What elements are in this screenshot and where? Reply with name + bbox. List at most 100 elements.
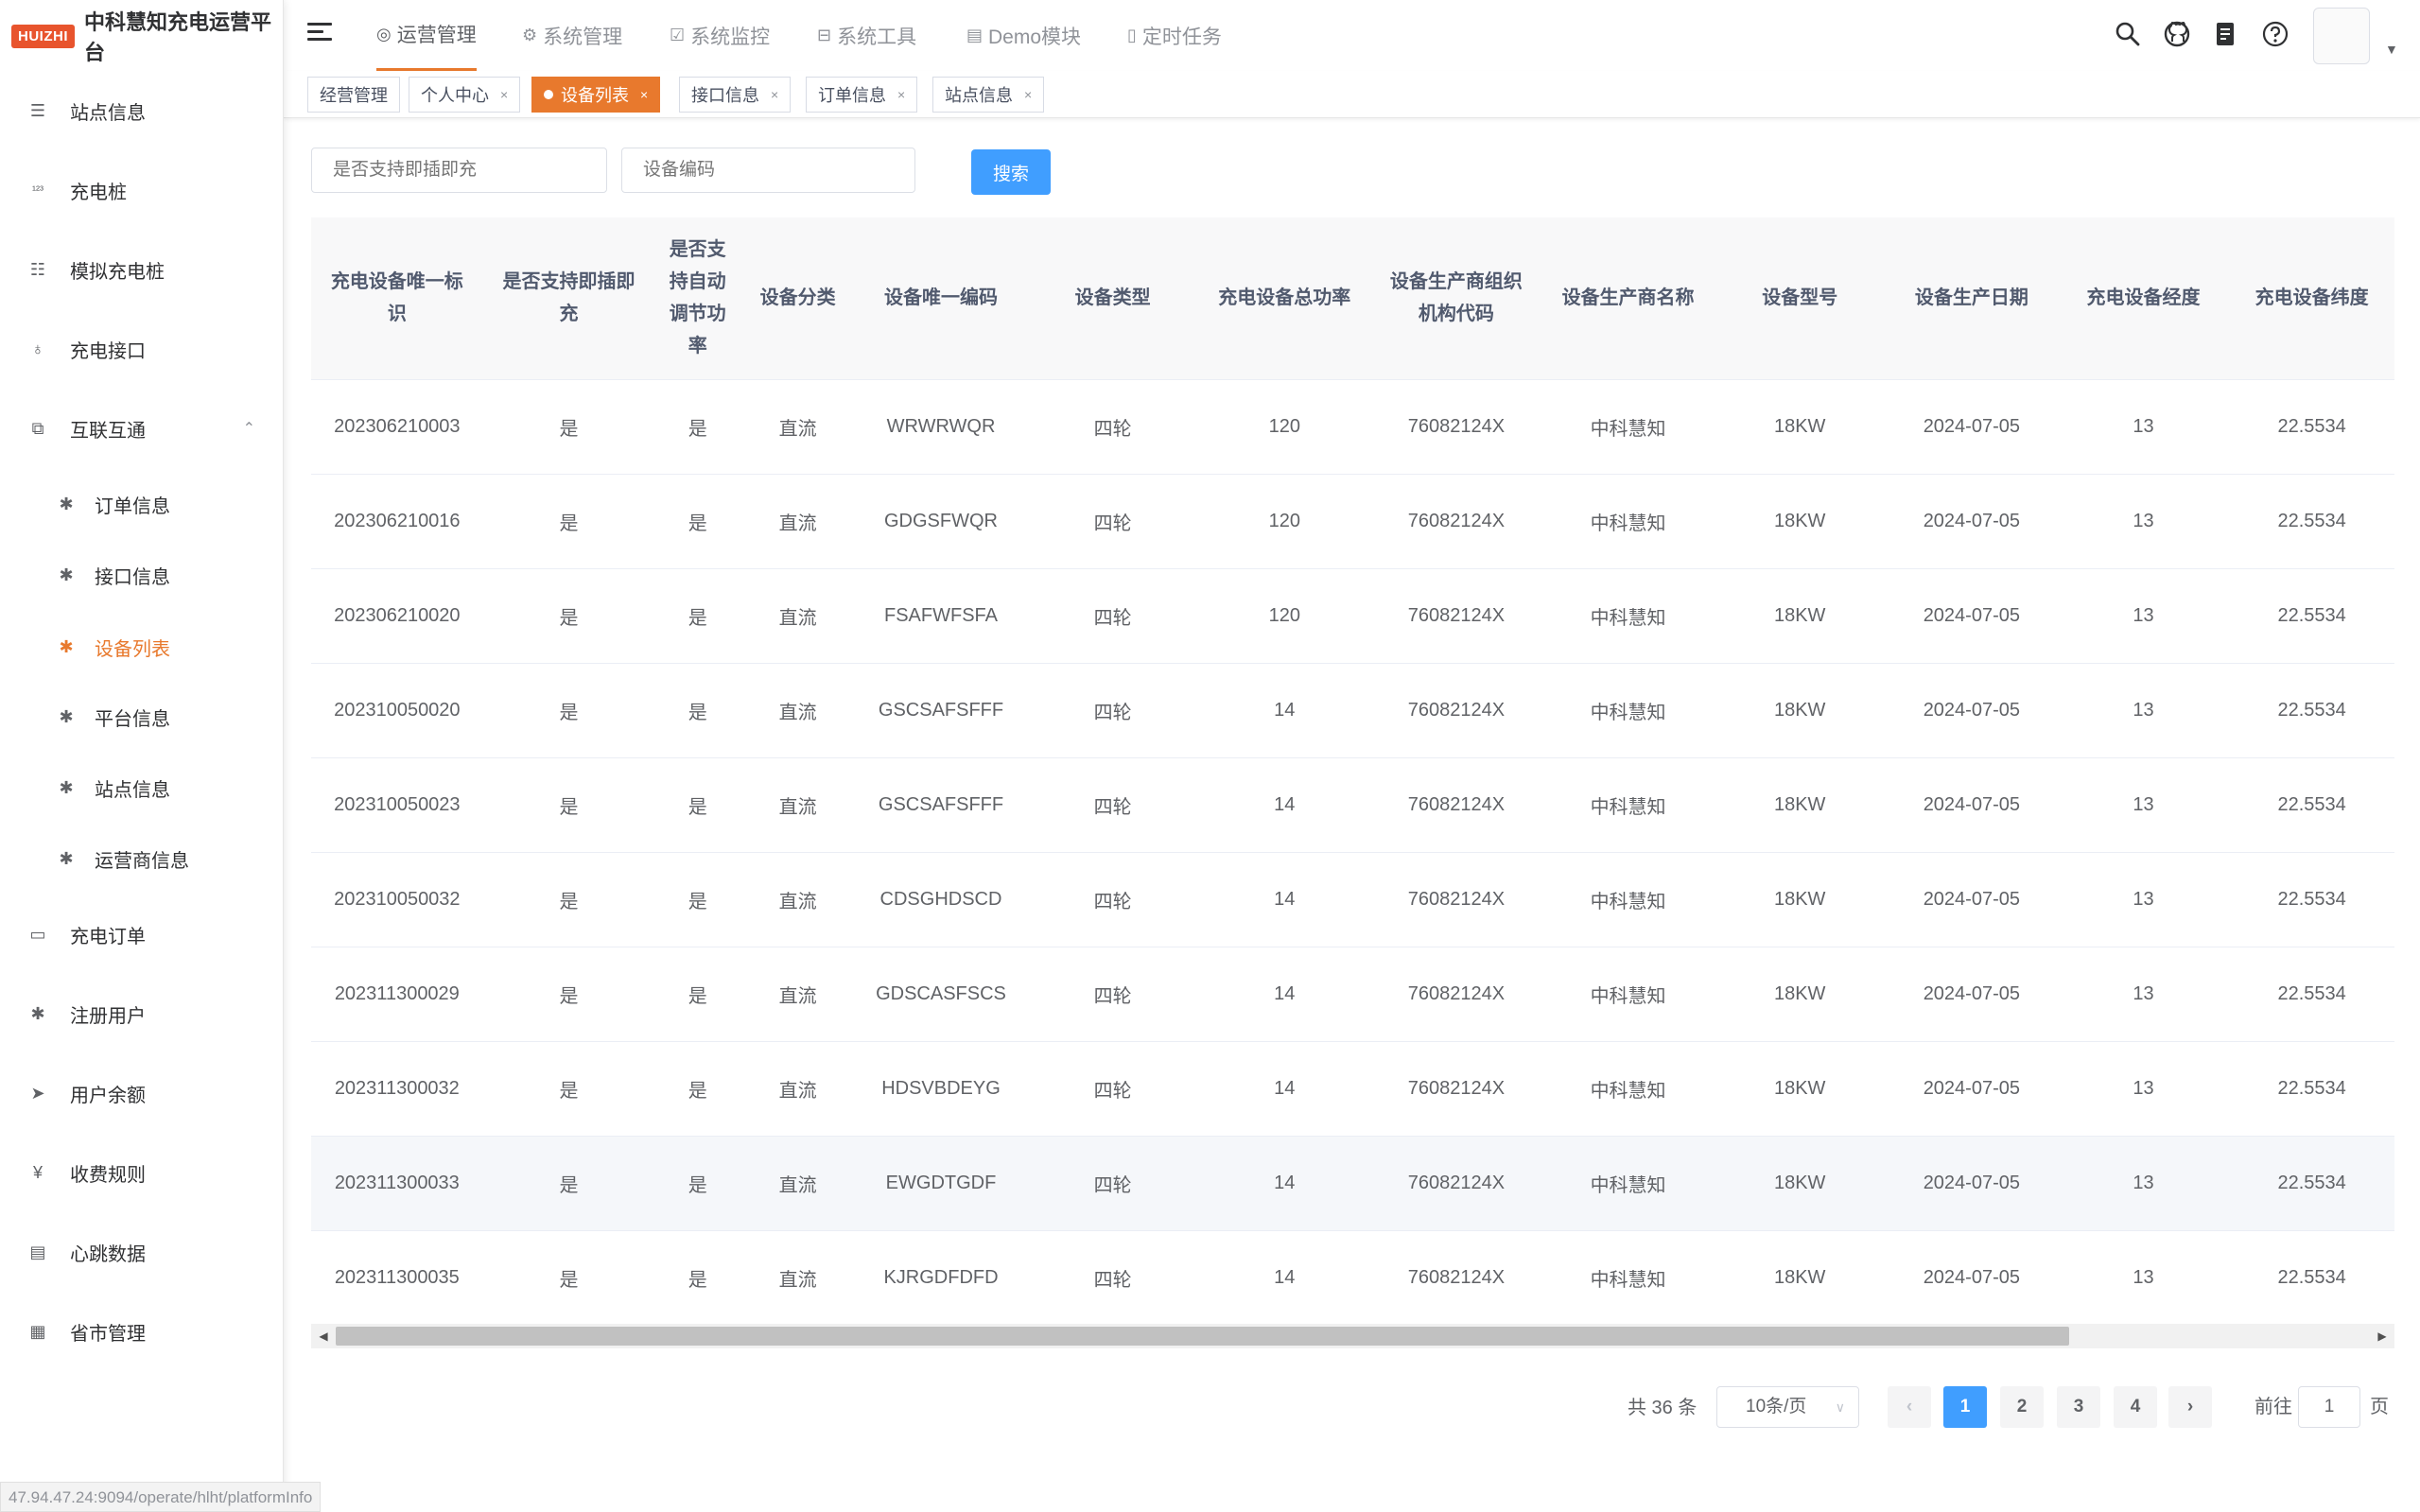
avatar[interactable] <box>2313 8 2370 64</box>
goto-page-input[interactable] <box>2298 1386 2360 1428</box>
page-number-button[interactable]: 3 <box>2057 1386 2100 1428</box>
top-nav-tab[interactable]: ▯ 定时任务 <box>1127 0 1222 71</box>
table-cell: 18KW <box>1714 852 1887 947</box>
sidebar-item[interactable]: ☰ 站点信息 <box>0 84 284 137</box>
table-row[interactable]: 202306210003 是是直流 WRWRWQR 四轮 120 76082124X 中科慧… <box>311 379 2394 475</box>
table-cell: 是 <box>482 379 655 475</box>
tag-item[interactable]: 订单信息 × <box>806 77 918 113</box>
table-cell: 202310050032 <box>311 852 483 947</box>
chevron-down-icon[interactable]: ▼ <box>2385 42 2398 57</box>
column-header[interactable]: 充电设备总功率 <box>1198 217 1371 380</box>
column-header[interactable]: 设备生产商组织机构代码 <box>1370 217 1542 380</box>
bug-icon: ✱ <box>59 494 74 513</box>
sidebar-item[interactable]: ♁ 充电接口 <box>0 322 284 375</box>
close-icon[interactable]: × <box>500 87 508 102</box>
sidebar-item[interactable]: ✱ 接口信息 <box>0 548 284 601</box>
sidebar-item[interactable]: ✱ 站点信息 <box>0 761 284 814</box>
column-header[interactable]: 设备型号 <box>1714 217 1887 380</box>
table-row[interactable]: 202310050020 是是直流 GSCSAFSFFF 四轮 14 76082124X 中… <box>311 663 2394 758</box>
document-icon[interactable] <box>2211 19 2241 49</box>
table-cell: 22.5534 <box>2229 568 2394 664</box>
page-number-button[interactable]: 1 <box>1943 1386 1987 1428</box>
sidebar-item[interactable]: ¹²³ 充电桩 <box>0 164 284 217</box>
top-nav-tab[interactable]: ⊟ 系统工具 <box>817 0 916 71</box>
column-header[interactable]: 是否支持即插即充 <box>482 217 655 380</box>
tag-item[interactable]: 设备列表 × <box>531 77 661 113</box>
sidebar-item[interactable]: ✱ 运营商信息 <box>0 832 284 885</box>
tag-item[interactable]: 站点信息 × <box>932 77 1045 113</box>
sidebar-item[interactable]: ☷ 模拟充电桩 <box>0 243 284 296</box>
table-cell: GDSCASFSCS <box>855 947 1027 1042</box>
column-header[interactable]: 充电设备唯一标识 <box>311 217 483 380</box>
search-button[interactable]: 搜索 <box>971 149 1051 195</box>
page-size-select[interactable]: 10条/页 ∨ <box>1716 1386 1859 1428</box>
horizontal-scrollbar[interactable]: ◀ ▶ <box>311 1324 2394 1348</box>
table-row[interactable]: 202310050032 是是直流 CDSGHDSCD 四轮 14 76082124X 中科… <box>311 852 2394 947</box>
prev-page-button[interactable]: ‹ <box>1888 1386 1931 1428</box>
bug-icon: ✱ <box>59 848 74 868</box>
github-icon[interactable] <box>2162 19 2192 49</box>
table-row[interactable]: 202311300035 是是直流 KJRGDFDFD 四轮 14 76082124X 中科… <box>311 1230 2394 1326</box>
tag-item[interactable]: 经营管理 <box>307 77 400 113</box>
tag-item[interactable]: 接口信息 × <box>679 77 792 113</box>
plug-and-charge-select[interactable] <box>311 148 607 193</box>
table-row[interactable]: 202310050023 是是直流 GSCSAFSFFF 四轮 14 76082124X 中… <box>311 757 2394 853</box>
table-row[interactable]: 202311300032 是是直流 HDSVBDEYG 四轮 14 76082124X 中科… <box>311 1041 2394 1137</box>
column-header[interactable]: 设备生产商名称 <box>1541 217 1715 380</box>
column-header[interactable]: 是否支持自动调节功率 <box>654 217 741 380</box>
column-header[interactable]: 设备生产日期 <box>1886 217 2058 380</box>
help-icon[interactable] <box>2260 19 2290 49</box>
sidebar-item[interactable]: ▤ 心跳数据 <box>0 1225 284 1278</box>
table-row[interactable]: 202306210016 是是直流 GDGSFWQR 四轮 120 76082124X 中科… <box>311 474 2394 569</box>
close-icon[interactable]: × <box>771 87 778 102</box>
top-nav-tab[interactable]: ▤ Demo模块 <box>966 0 1081 71</box>
table-cell: GSCSAFSFFF <box>855 757 1027 853</box>
device-code-input[interactable] <box>621 148 915 193</box>
tag-item[interactable]: 个人中心 × <box>409 77 521 113</box>
app-logo[interactable]: HUIZHI 中科慧知充电运营平台 <box>11 10 283 64</box>
table-cell: 18KW <box>1714 757 1887 853</box>
column-header[interactable]: 充电设备经度 <box>2057 217 2230 380</box>
table-cell: 中科慧知 <box>1541 1136 1715 1231</box>
top-nav-tab[interactable]: ⚙ 系统管理 <box>522 0 622 71</box>
scroll-left-arrow-icon[interactable]: ◀ <box>314 1327 333 1346</box>
search-icon[interactable] <box>2113 19 2143 49</box>
table-row[interactable]: 202311300033 是是直流 EWGDTGDF 四轮 14 76082124X 中科慧… <box>311 1136 2394 1231</box>
table-cell: 13 <box>2057 474 2230 569</box>
sidebar-item[interactable]: ✱ 订单信息 <box>0 478 284 530</box>
sidebar-item[interactable]: ⧉ 互联互通 ⌃ <box>0 402 284 455</box>
column-header[interactable]: 设备类型 <box>1026 217 1199 380</box>
table-cell: 202310050020 <box>311 663 483 758</box>
sidebar-item[interactable]: ✱ 设备列表 <box>0 620 284 673</box>
table-cell: 202310050023 <box>311 757 483 853</box>
table-cell: 2024-07-05 <box>1886 474 2058 569</box>
page-number-button[interactable]: 4 <box>2114 1386 2157 1428</box>
sidebar-item[interactable]: ✱ 注册用户 <box>0 987 284 1040</box>
hamburger-icon[interactable] <box>307 23 332 47</box>
top-nav-tab[interactable]: ☑ 系统监控 <box>670 0 770 71</box>
sidebar-item[interactable]: ▭ 充电订单 <box>0 908 284 961</box>
table-cell: 是 <box>482 947 655 1042</box>
scrollbar-thumb[interactable] <box>336 1327 2069 1346</box>
top-nav-tab[interactable]: ◎ 运营管理 <box>376 0 477 71</box>
table-cell: 是 <box>654 379 741 475</box>
close-icon[interactable]: × <box>897 87 905 102</box>
table-cell: GDGSFWQR <box>855 474 1027 569</box>
close-icon[interactable]: × <box>1024 87 1032 102</box>
sidebar-item[interactable]: ¥ 收费规则 <box>0 1146 284 1199</box>
column-header[interactable]: 设备唯一编码 <box>855 217 1027 380</box>
column-header[interactable]: 设备分类 <box>740 217 856 380</box>
sidebar-item[interactable]: ▦ 省市管理 <box>0 1305 284 1358</box>
scroll-right-arrow-icon[interactable]: ▶ <box>2373 1327 2392 1346</box>
page-number-button[interactable]: 2 <box>2000 1386 2044 1428</box>
table-row[interactable]: 202306210020 是是直流 FSAFWFSFA 四轮 120 76082124X 中… <box>311 568 2394 664</box>
close-icon[interactable]: × <box>640 87 648 102</box>
table-row[interactable]: 202311300029 是是直流 GDSCASFSCS 四轮 14 76082124X 中… <box>311 947 2394 1042</box>
sidebar-item[interactable]: ✱ 平台信息 <box>0 690 284 743</box>
table-cell: 四轮 <box>1026 947 1199 1042</box>
sidebar-item[interactable]: ➤ 用户余额 <box>0 1067 284 1120</box>
table-cell: HDSVBDEYG <box>855 1041 1027 1137</box>
next-page-button[interactable]: › <box>2168 1386 2212 1428</box>
table-cell: 2024-07-05 <box>1886 852 2058 947</box>
column-header[interactable]: 充电设备纬度 <box>2229 217 2394 380</box>
